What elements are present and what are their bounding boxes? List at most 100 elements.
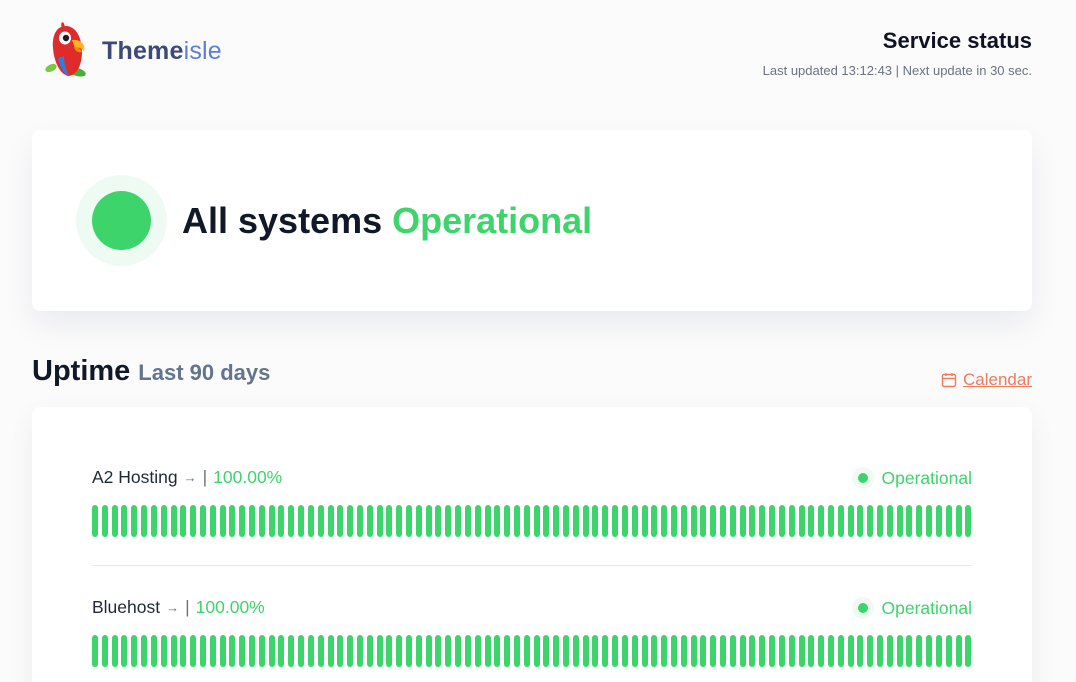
uptime-day-bar[interactable] — [150, 505, 157, 537]
uptime-day-bar[interactable] — [621, 505, 628, 537]
uptime-day-bar[interactable] — [720, 505, 726, 537]
uptime-day-bar[interactable] — [798, 505, 805, 537]
uptime-day-bar[interactable] — [435, 505, 442, 537]
uptime-day-bar[interactable] — [661, 505, 668, 537]
uptime-day-bar[interactable] — [572, 635, 579, 667]
uptime-day-bar[interactable] — [680, 505, 687, 537]
uptime-day-bar[interactable] — [690, 635, 697, 667]
uptime-day-bar[interactable] — [111, 505, 118, 537]
uptime-day-bar[interactable] — [867, 505, 874, 537]
uptime-day-bar[interactable] — [445, 635, 452, 667]
uptime-day-bar[interactable] — [160, 635, 167, 667]
uptime-day-bar[interactable] — [199, 505, 206, 537]
uptime-day-bar[interactable] — [582, 505, 589, 537]
uptime-day-bar[interactable] — [916, 635, 923, 667]
uptime-day-bar[interactable] — [955, 505, 962, 537]
uptime-day-bar[interactable] — [710, 505, 717, 537]
uptime-day-bar[interactable] — [965, 635, 972, 667]
uptime-day-bar[interactable] — [337, 635, 344, 667]
uptime-day-bar[interactable] — [837, 635, 844, 667]
uptime-day-bar[interactable] — [415, 635, 422, 667]
uptime-day-bar[interactable] — [406, 505, 412, 537]
uptime-day-bar[interactable] — [494, 505, 501, 537]
uptime-day-bar[interactable] — [317, 505, 324, 537]
uptime-day-bar[interactable] — [396, 505, 403, 537]
uptime-day-bar[interactable] — [651, 635, 658, 667]
uptime-day-bar[interactable] — [209, 505, 216, 537]
uptime-day-bar[interactable] — [376, 635, 383, 667]
uptime-day-bar[interactable] — [307, 635, 314, 667]
uptime-day-bar[interactable] — [464, 635, 471, 667]
uptime-day-bar[interactable] — [356, 635, 363, 667]
uptime-day-bar[interactable] — [150, 635, 157, 667]
uptime-day-bar[interactable] — [759, 505, 766, 537]
uptime-day-bar[interactable] — [877, 505, 883, 537]
uptime-day-bar[interactable] — [101, 635, 108, 667]
uptime-day-bar[interactable] — [455, 505, 462, 537]
uptime-day-bar[interactable] — [327, 635, 334, 667]
uptime-day-bar[interactable] — [298, 635, 305, 667]
uptime-day-bar[interactable] — [896, 635, 903, 667]
uptime-day-bar[interactable] — [249, 635, 255, 667]
uptime-day-bar[interactable] — [641, 635, 648, 667]
uptime-day-bar[interactable] — [808, 505, 815, 537]
uptime-day-bar[interactable] — [415, 505, 422, 537]
uptime-day-bar[interactable] — [563, 635, 569, 667]
uptime-day-bar[interactable] — [857, 505, 864, 537]
uptime-day-bar[interactable] — [906, 635, 913, 667]
uptime-day-bar[interactable] — [680, 635, 687, 667]
uptime-day-bar[interactable] — [563, 505, 569, 537]
uptime-day-bar[interactable] — [141, 635, 148, 667]
uptime-day-bar[interactable] — [504, 505, 511, 537]
uptime-day-bar[interactable] — [298, 505, 305, 537]
uptime-day-bar[interactable] — [533, 635, 540, 667]
uptime-day-bar[interactable] — [268, 635, 275, 667]
uptime-day-bar[interactable] — [268, 505, 275, 537]
uptime-day-bar[interactable] — [474, 505, 481, 537]
uptime-day-bar[interactable] — [847, 635, 854, 667]
uptime-day-bar[interactable] — [474, 635, 481, 667]
uptime-day-bar[interactable] — [425, 635, 432, 667]
uptime-day-bar[interactable] — [631, 635, 638, 667]
uptime-day-bar[interactable] — [945, 505, 952, 537]
uptime-day-bar[interactable] — [160, 505, 167, 537]
uptime-day-bar[interactable] — [612, 635, 619, 667]
uptime-day-bar[interactable] — [141, 505, 148, 537]
uptime-day-bar[interactable] — [347, 635, 354, 667]
uptime-day-bar[interactable] — [818, 505, 825, 537]
uptime-day-bar[interactable] — [896, 505, 903, 537]
uptime-day-bar[interactable] — [288, 635, 295, 667]
uptime-day-bar[interactable] — [356, 505, 363, 537]
uptime-day-bar[interactable] — [827, 635, 834, 667]
uptime-day-bar[interactable] — [121, 505, 128, 537]
uptime-day-bar[interactable] — [602, 635, 609, 667]
uptime-day-bar[interactable] — [700, 635, 707, 667]
uptime-day-bar[interactable] — [543, 505, 550, 537]
uptime-day-bar[interactable] — [778, 505, 785, 537]
uptime-day-bar[interactable] — [366, 635, 373, 667]
uptime-day-bar[interactable] — [435, 635, 442, 667]
uptime-day-bar[interactable] — [513, 635, 520, 667]
uptime-day-bar[interactable] — [710, 635, 717, 667]
uptime-day-bar[interactable] — [543, 635, 550, 667]
uptime-day-bar[interactable] — [317, 635, 324, 667]
uptime-day-bar[interactable] — [955, 635, 962, 667]
uptime-day-bar[interactable] — [641, 505, 648, 537]
uptime-day-bar[interactable] — [759, 635, 766, 667]
uptime-day-bar[interactable] — [582, 635, 589, 667]
uptime-day-bar[interactable] — [729, 505, 736, 537]
uptime-day-bar[interactable] — [219, 505, 226, 537]
uptime-day-bar[interactable] — [788, 635, 795, 667]
uptime-day-bar[interactable] — [651, 505, 658, 537]
uptime-day-bar[interactable] — [199, 635, 206, 667]
uptime-day-bar[interactable] — [935, 505, 942, 537]
uptime-day-bar[interactable] — [396, 635, 403, 667]
brand-logo[interactable]: Themeisle — [44, 20, 222, 82]
uptime-day-bar[interactable] — [307, 505, 314, 537]
uptime-day-bar[interactable] — [258, 635, 265, 667]
uptime-day-bar[interactable] — [916, 505, 923, 537]
uptime-day-bar[interactable] — [239, 505, 246, 537]
uptime-day-bar[interactable] — [867, 635, 874, 667]
uptime-day-bar[interactable] — [670, 505, 677, 537]
uptime-day-bar[interactable] — [592, 635, 599, 667]
